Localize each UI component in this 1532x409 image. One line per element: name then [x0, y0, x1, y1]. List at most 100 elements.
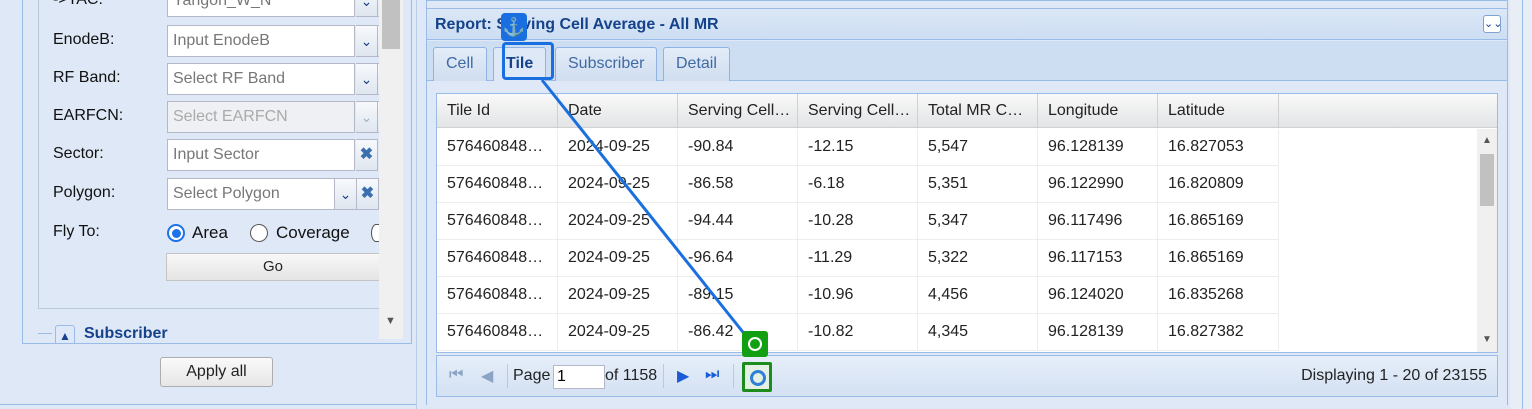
column-header-tile-id[interactable]: Tile Id: [437, 94, 558, 128]
cell-latitude: 16.820809: [1158, 166, 1279, 203]
rf-band-dropdown-icon[interactable]: ⌄: [356, 63, 378, 95]
cell-date: 2024-09-25: [558, 277, 678, 314]
earfcn-dropdown-icon: ⌄: [356, 101, 378, 133]
prev-page-icon[interactable]: ◀: [481, 366, 493, 386]
cell-total-mr: 4,456: [918, 277, 1038, 314]
cell-serving-rsrq: -10.82: [798, 314, 918, 351]
report-panel: Report: Serving Cell Average - All MR ⌄⌄…: [426, 0, 1508, 405]
scroll-up-icon[interactable]: ▲: [1482, 135, 1492, 146]
cell-serving-rsrq: -12.15: [798, 129, 918, 166]
grid-scrollbar[interactable]: ▲ ▼: [1477, 129, 1497, 352]
fly-to-area-radio[interactable]: [167, 224, 185, 242]
earfcn-label: EARFCN:: [53, 107, 124, 124]
column-header-date[interactable]: Date: [558, 94, 678, 128]
column-header-total-mr-count[interactable]: Total MR C…: [918, 94, 1038, 128]
table-row[interactable]: 576460848… 2024-09-25 -96.64 -11.29 5,32…: [437, 240, 1279, 277]
polygon-label: Polygon:: [53, 184, 116, 201]
cell-tile-id: 576460848…: [437, 277, 558, 314]
cell-tile-id: 576460848…: [437, 314, 558, 351]
polygon-select[interactable]: Select Polygon: [167, 178, 335, 210]
table-row[interactable]: 576460848… 2024-09-25 -89.15 -10.96 4,45…: [437, 277, 1279, 314]
fly-to-row: Fly To: Area Coverage: [23, 217, 383, 249]
column-header-longitude[interactable]: Longitude: [1038, 94, 1158, 128]
tac-dropdown-icon[interactable]: ⌄: [356, 0, 378, 17]
rf-band-row: RF Band: Select RF Band ⌄ ✖: [23, 63, 400, 95]
filter-scrollbar-thumb[interactable]: [382, 0, 400, 49]
scroll-down-icon[interactable]: ▼: [1482, 334, 1492, 345]
filter-panel: ->TAC: Yangon_W_N ⌄ ✖ EnodeB: Input Enod…: [0, 0, 420, 409]
refresh-icon[interactable]: [742, 362, 772, 392]
first-page-icon[interactable]: ⏮: [449, 366, 463, 384]
page-number-input[interactable]: [553, 365, 605, 389]
page-label: Page: [513, 367, 551, 384]
fly-to-coverage-label[interactable]: Coverage: [276, 223, 350, 243]
tab-cell[interactable]: Cell: [433, 47, 487, 81]
report-tabs: Cell Tile Subscriber Detail: [427, 41, 1507, 82]
tac-combo[interactable]: Yangon_W_N: [167, 0, 355, 17]
cell-serving-rsrp: -89.15: [678, 277, 798, 314]
fly-to-area-label[interactable]: Area: [192, 223, 228, 243]
cell-total-mr: 5,547: [918, 129, 1038, 166]
enodeb-dropdown-icon[interactable]: ⌄: [356, 25, 378, 57]
cell-total-mr: 5,351: [918, 166, 1038, 203]
cell-latitude: 16.827382: [1158, 314, 1279, 351]
table-row[interactable]: 576460848… 2024-09-25 -90.84 -12.15 5,54…: [437, 129, 1279, 166]
divider: [38, 333, 52, 334]
divider: [0, 404, 418, 405]
column-header-serving-cell-rsrq[interactable]: Serving Cell…: [798, 94, 918, 128]
sector-row: Sector: Input Sector ✖: [23, 139, 383, 171]
cell-latitude: 16.865169: [1158, 203, 1279, 240]
sector-label: Sector:: [53, 145, 104, 162]
cell-longitude: 96.124020: [1038, 277, 1158, 314]
panel-splitter[interactable]: [416, 0, 424, 409]
go-button[interactable]: Go: [166, 253, 380, 281]
grid-header: Tile Id Date Serving Cell… Serving Cell……: [437, 94, 1497, 128]
table-row[interactable]: 576460848… 2024-09-25 -94.44 -10.28 5,34…: [437, 203, 1279, 240]
tac-row: ->TAC: Yangon_W_N ⌄ ✖: [23, 0, 400, 17]
tile-grid: Tile Id Date Serving Cell… Serving Cell……: [436, 93, 1498, 353]
tab-subscriber[interactable]: Subscriber: [555, 47, 658, 81]
subscriber-section-header: ▲ Subscriber: [38, 323, 378, 343]
cell-longitude: 96.122990: [1038, 166, 1158, 203]
cell-total-mr: 5,322: [918, 240, 1038, 277]
cell-latitude: 16.835268: [1158, 277, 1279, 314]
divider: [733, 364, 734, 388]
cell-serving-rsrq: -11.29: [798, 240, 918, 277]
polygon-dropdown-icon[interactable]: ⌄: [335, 178, 357, 210]
scroll-down-icon[interactable]: ▼: [385, 315, 396, 327]
filter-scrollbar[interactable]: ▼: [379, 0, 403, 339]
cell-serving-rsrq: -6.18: [798, 166, 918, 203]
right-scroll-track: [1522, 0, 1532, 409]
table-row[interactable]: 576460848… 2024-09-25 -86.58 -6.18 5,351…: [437, 166, 1279, 203]
apply-all-button[interactable]: Apply all: [160, 357, 273, 387]
subscriber-section-title[interactable]: Subscriber: [84, 325, 168, 343]
tab-tile[interactable]: Tile: [493, 47, 547, 82]
panel-top-strip: [427, 1, 1507, 9]
cell-total-mr: 5,347: [918, 203, 1038, 240]
cell-serving-rsrp: -96.64: [678, 240, 798, 277]
collapse-icon[interactable]: ⌄⌄: [1483, 15, 1502, 33]
column-header-latitude[interactable]: Latitude: [1158, 94, 1279, 128]
last-page-icon[interactable]: ⏭: [705, 366, 719, 384]
cell-tile-id: 576460848…: [437, 166, 558, 203]
sector-clear-icon[interactable]: ✖: [356, 139, 378, 171]
tab-detail[interactable]: Detail: [663, 47, 730, 81]
table-row[interactable]: 576460848… 2024-09-25 -86.42 -10.82 4,34…: [437, 314, 1279, 351]
fly-to-label: Fly To:: [53, 223, 100, 240]
rf-band-select[interactable]: Select RF Band: [167, 63, 355, 95]
cell-date: 2024-09-25: [558, 203, 678, 240]
cell-latitude: 16.827053: [1158, 129, 1279, 166]
column-header-serving-cell-rsrp[interactable]: Serving Cell…: [678, 94, 798, 128]
expand-icon[interactable]: ▲: [55, 325, 75, 343]
cell-serving-rsrq: -10.28: [798, 203, 918, 240]
fly-to-coverage-radio[interactable]: [250, 224, 268, 242]
filter-frame: ->TAC: Yangon_W_N ⌄ ✖ EnodeB: Input Enod…: [22, 0, 412, 344]
enodeb-input[interactable]: Input EnodeB: [167, 25, 355, 57]
grid-scrollbar-thumb[interactable]: [1480, 154, 1494, 206]
page-total-label: of 1158: [605, 367, 658, 384]
next-page-icon[interactable]: ▶: [677, 366, 689, 386]
polygon-clear-icon[interactable]: ✖: [357, 178, 379, 210]
cell-longitude: 96.128139: [1038, 314, 1158, 351]
cell-tile-id: 576460848…: [437, 129, 558, 166]
sector-input[interactable]: Input Sector: [167, 139, 355, 171]
